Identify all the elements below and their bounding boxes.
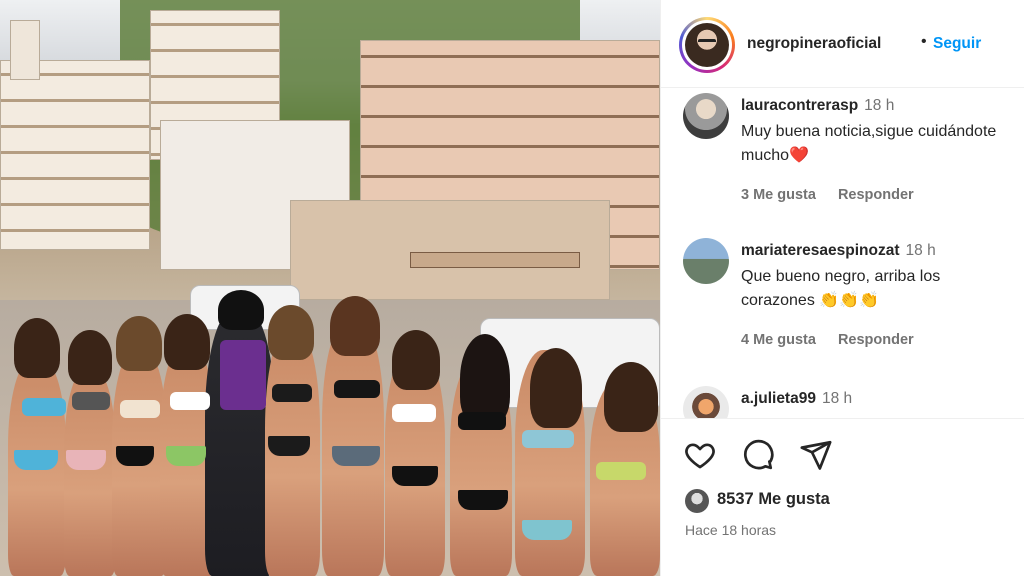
author-username[interactable]: negropineraoficial xyxy=(747,35,881,53)
avatar[interactable] xyxy=(683,238,729,284)
photo-hair xyxy=(530,348,582,428)
comment-time: 18 h xyxy=(864,97,895,114)
photo-sign xyxy=(410,252,580,268)
photo-swimsuit xyxy=(22,398,66,416)
photo-hair xyxy=(268,305,314,360)
photo-swimsuit xyxy=(14,450,58,470)
comment-time: 18 h xyxy=(905,242,936,259)
photo-hair xyxy=(164,314,210,370)
comment-likes[interactable]: 3 Me gusta xyxy=(741,187,816,203)
photo-hat xyxy=(218,290,264,330)
photo-swimsuit xyxy=(392,466,438,486)
photo-swimsuit xyxy=(268,436,310,456)
photo-hair xyxy=(330,296,380,356)
photo-hair xyxy=(116,316,162,371)
photo-swimsuit xyxy=(116,446,154,466)
reply-button[interactable]: Responder xyxy=(838,332,914,348)
comments-list[interactable]: lauracontrerasp 18 h Muy buena noticia,si… xyxy=(661,88,1024,418)
post-timestamp[interactable]: Hace 18 horas xyxy=(685,522,776,538)
photo-swimsuit xyxy=(522,520,572,540)
heart-icon[interactable] xyxy=(683,438,717,472)
likes-count[interactable]: 8537 Me gusta xyxy=(717,490,830,509)
photo-building xyxy=(290,200,610,300)
comment-username[interactable]: mariateresaespinozat xyxy=(741,242,900,259)
photo-hair xyxy=(14,318,60,378)
photo-swimsuit xyxy=(72,392,110,410)
photo-swimsuit xyxy=(596,462,646,480)
avatar[interactable] xyxy=(683,93,729,139)
photo-swimsuit xyxy=(458,490,508,510)
photo-hair xyxy=(68,330,112,385)
share-icon[interactable] xyxy=(799,438,833,472)
photo-hair xyxy=(460,334,510,424)
avatar xyxy=(685,23,729,67)
avatar[interactable] xyxy=(683,386,729,418)
photo-swimsuit xyxy=(334,380,380,398)
photo-swimsuit xyxy=(332,446,380,466)
comment-username[interactable]: a.julieta99 xyxy=(741,390,816,407)
photo-swimsuit xyxy=(66,450,106,470)
photo-swimsuit xyxy=(272,384,312,402)
likes-label: Me gusta xyxy=(758,490,830,508)
photo-swimsuit xyxy=(120,400,160,418)
photo-swimsuit xyxy=(166,446,206,466)
follow-button[interactable]: Seguir xyxy=(933,35,981,53)
photo-swimsuit xyxy=(458,412,506,430)
post-actions: 8537 Me gusta Hace 18 horas xyxy=(661,418,1024,576)
comment-text: Muy buena noticia,sigue cuidándote mucho… xyxy=(741,123,997,164)
photo-hair xyxy=(392,330,440,390)
photo-building xyxy=(10,20,40,80)
post-panel: negropineraoficial • Seguir lauracontrer… xyxy=(660,0,1024,576)
photo-swimsuit xyxy=(392,404,436,422)
liker-avatar[interactable] xyxy=(685,489,709,513)
comment-time: 18 h xyxy=(821,390,853,407)
separator-dot: • xyxy=(921,33,927,50)
reply-button[interactable]: Responder xyxy=(838,187,914,203)
photo-swimsuit xyxy=(522,430,574,448)
post-header: negropineraoficial • Seguir xyxy=(661,0,1024,88)
post-photo[interactable] xyxy=(0,0,660,576)
photo-hair xyxy=(604,362,658,432)
author-avatar[interactable] xyxy=(679,17,735,73)
comment-likes[interactable]: 4 Me gusta xyxy=(741,332,816,348)
photo-purple-shirt xyxy=(220,340,266,410)
comment-icon[interactable] xyxy=(741,438,775,472)
comment-username[interactable]: lauracontrerasp xyxy=(741,97,858,114)
photo-swimsuit xyxy=(170,392,210,410)
photo-building xyxy=(0,60,150,250)
comment-text: Que bueno negro, arriba los corazones 👏👏… xyxy=(741,268,941,309)
likes-number: 8537 xyxy=(717,490,754,508)
